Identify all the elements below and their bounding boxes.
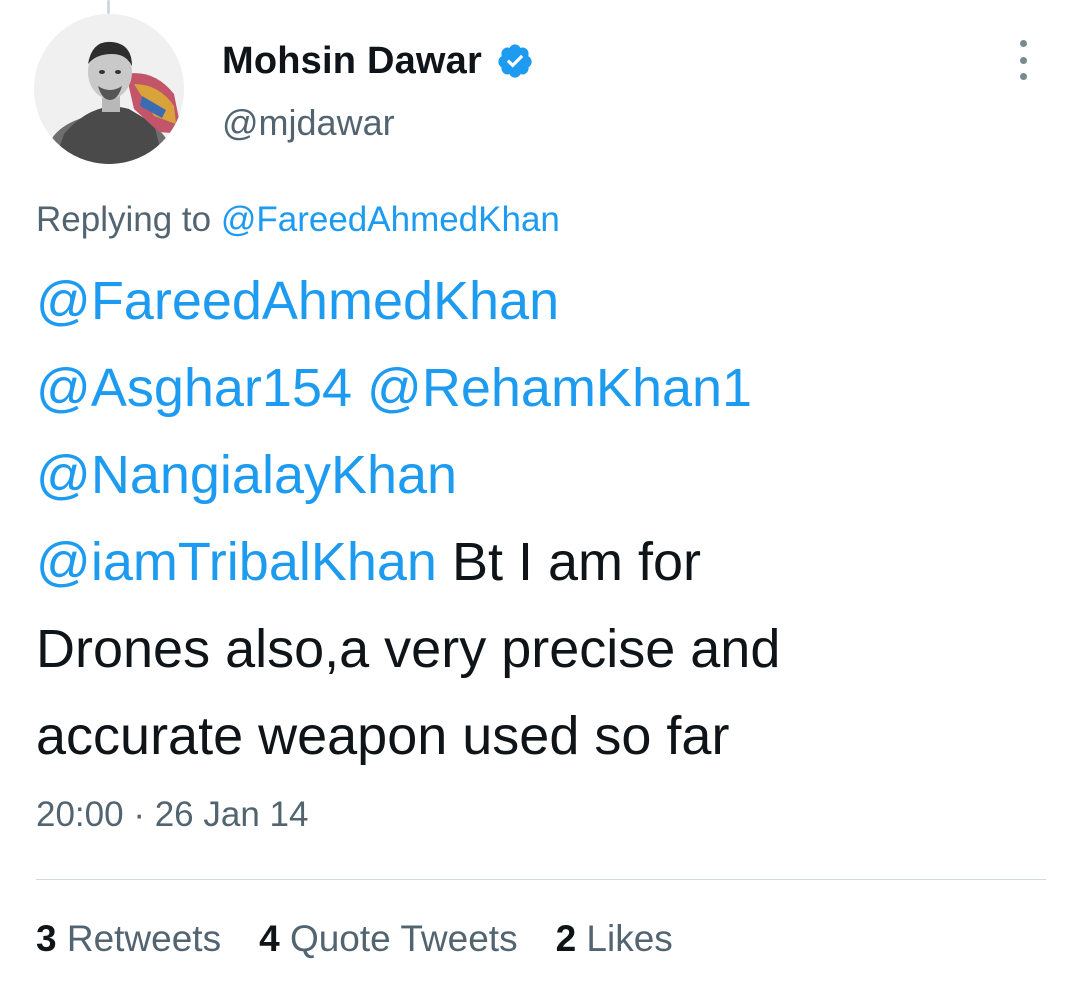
- menu-dot: [1019, 73, 1027, 80]
- timestamp-separator: ·: [123, 795, 155, 834]
- quote-tweets-stat[interactable]: 4 Quote Tweets: [259, 918, 517, 960]
- menu-dot: [1019, 40, 1027, 47]
- likes-label: Likes: [576, 918, 673, 959]
- retweets-stat[interactable]: 3 Retweets: [36, 918, 221, 960]
- quote-tweets-label: Quote Tweets: [279, 918, 518, 959]
- reply-context-prefix: Replying to: [36, 200, 221, 239]
- avatar-photo: [34, 14, 184, 164]
- mention-link[interactable]: @NangialayKhan: [36, 445, 457, 505]
- tweet-line: accurate weapon used so far: [36, 706, 730, 766]
- reply-target-link[interactable]: @FareedAhmedKhan: [221, 200, 560, 239]
- menu-dot: [1019, 56, 1027, 64]
- verified-badge-icon: [496, 42, 534, 80]
- thread-connector-line: [107, 0, 110, 14]
- tweet-line: Drones also,a very precise and: [36, 619, 781, 679]
- tweet-line: @iamTribalKhan Bt I am for: [36, 519, 1046, 606]
- mention-link[interactable]: @Asghar154: [36, 358, 352, 418]
- timestamp-time: 20:00: [36, 795, 124, 834]
- timestamp-date: 26 Jan 14: [154, 795, 309, 834]
- mention-link[interactable]: @RehamKhan1: [367, 358, 752, 418]
- more-options-icon[interactable]: [1008, 40, 1038, 80]
- reply-context: Replying to @FareedAhmedKhan: [36, 200, 560, 240]
- likes-stat[interactable]: 2 Likes: [556, 918, 673, 960]
- tweet-timestamp[interactable]: 20:00 · 26 Jan 14: [36, 795, 308, 835]
- retweets-label: Retweets: [56, 918, 222, 959]
- likes-count: 2: [555, 918, 577, 959]
- author-name-row: Mohsin Dawar: [222, 36, 534, 86]
- tweet-body-text: Bt I am for: [436, 532, 702, 592]
- retweets-count: 3: [36, 918, 57, 959]
- quote-tweets-count: 4: [259, 918, 280, 959]
- avatar[interactable]: [34, 14, 184, 164]
- mention-link[interactable]: @FareedAhmedKhan: [36, 271, 559, 331]
- tweet-line: @NangialayKhan: [36, 432, 1046, 519]
- tweet-line: @FareedAhmedKhan: [36, 258, 1046, 345]
- tweet-line: @Asghar154 @RehamKhan1: [36, 345, 1046, 432]
- author-display-name[interactable]: Mohsin Dawar: [222, 40, 482, 83]
- tweet-text: @FareedAhmedKhan @Asghar154 @RehamKhan1 …: [36, 258, 1046, 780]
- engagement-stats: 3 Retweets 4 Quote Tweets 2 Likes: [36, 918, 711, 960]
- mention-link[interactable]: @iamTribalKhan: [36, 532, 437, 592]
- author-handle[interactable]: @mjdawar: [222, 102, 395, 144]
- divider: [36, 879, 1046, 880]
